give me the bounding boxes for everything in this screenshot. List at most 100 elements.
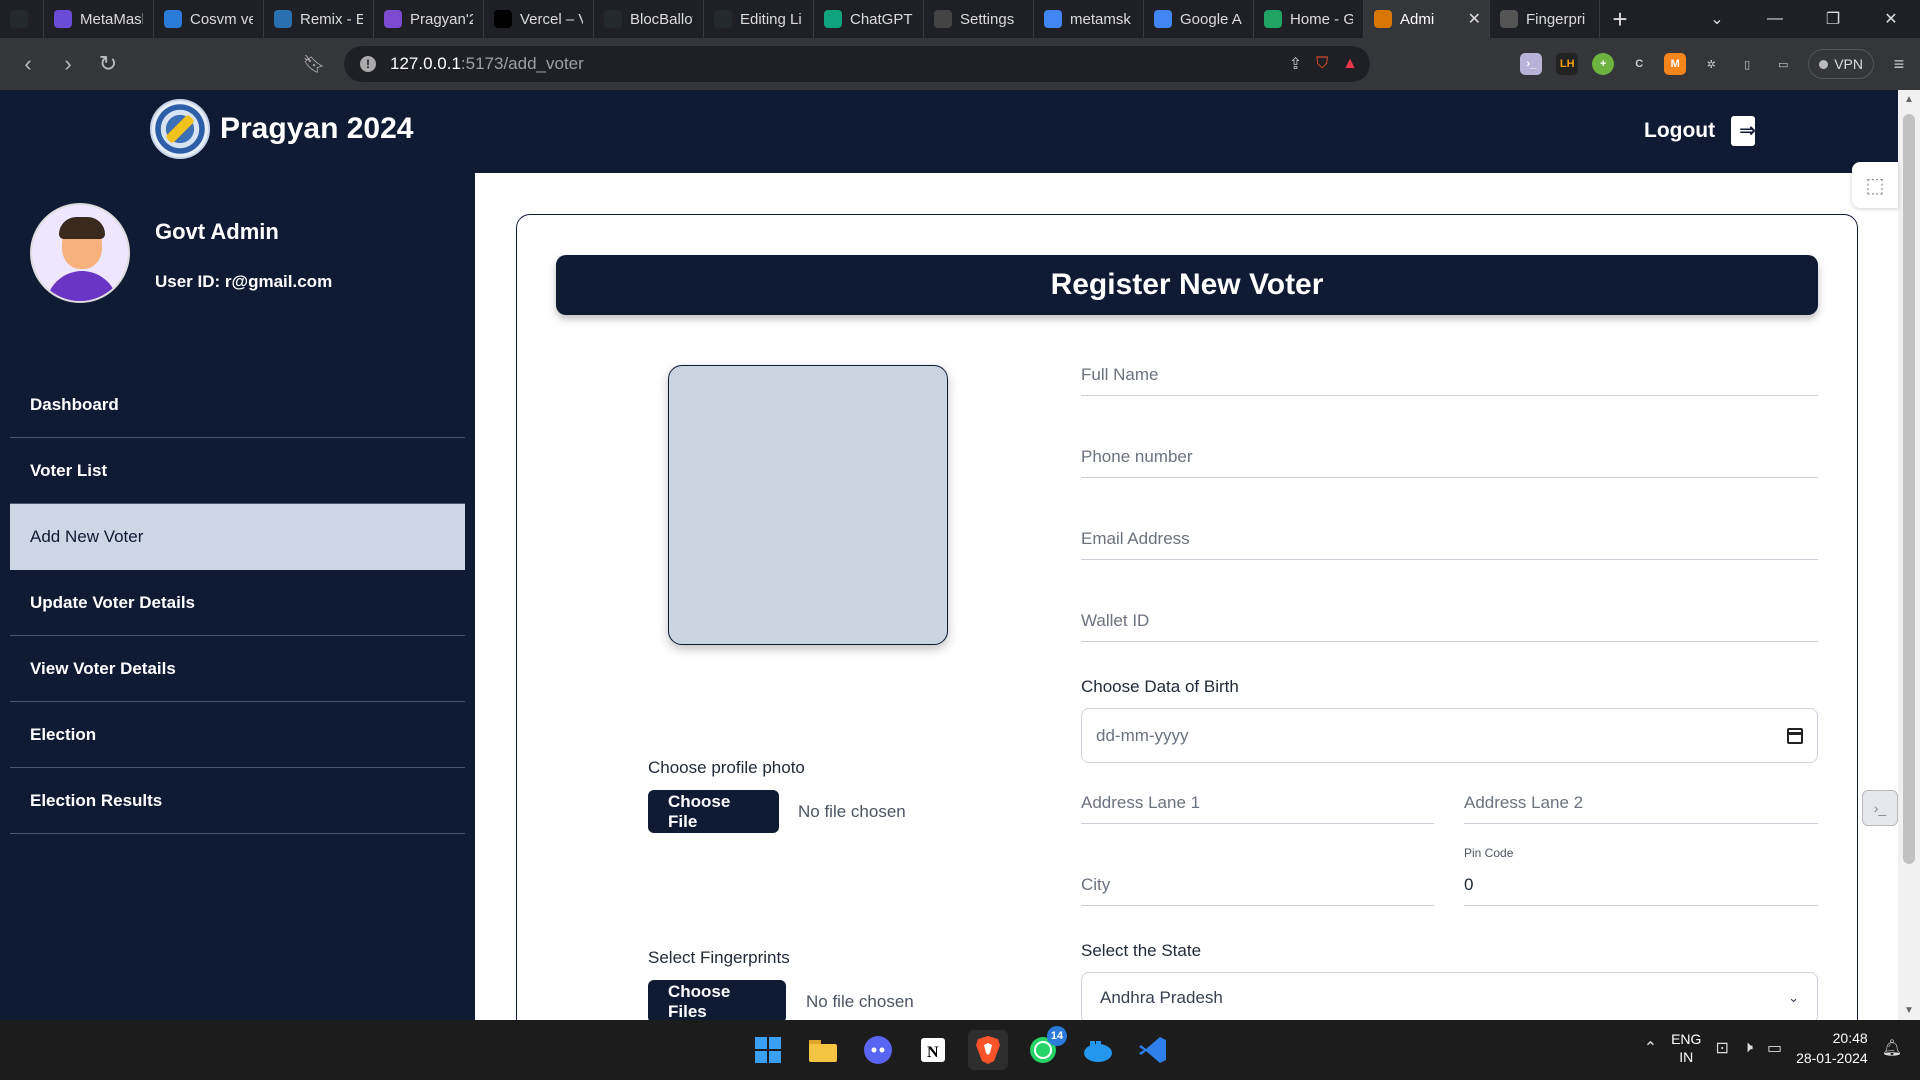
back-button[interactable]: ‹	[8, 51, 48, 77]
address-line-1-input[interactable]: Address Lane 1	[1081, 780, 1434, 824]
screenshot-widget-icon[interactable]: ⬚	[1852, 162, 1898, 208]
lighthouse-extension-icon[interactable]: LH	[1556, 53, 1579, 75]
city-input[interactable]: City	[1081, 862, 1434, 906]
sidebar-item-election[interactable]: Election	[10, 702, 465, 768]
tab-search-icon[interactable]: ⌄	[1688, 0, 1746, 38]
network-icon[interactable]: ⊡	[1715, 1038, 1728, 1058]
logout-button[interactable]: Logout	[1644, 116, 1756, 146]
maximize-button[interactable]: ❐	[1804, 0, 1862, 38]
share-icon[interactable]: ⇪	[1289, 54, 1302, 74]
sidebar-item-update-voter-details[interactable]: Update Voter Details	[10, 570, 465, 636]
full-name-input[interactable]: Full Name	[1081, 352, 1818, 396]
pin-code-input[interactable]: 0	[1464, 862, 1818, 906]
brand[interactable]: Pragyan 2024	[150, 99, 413, 159]
vpn-label: VPN	[1834, 56, 1863, 72]
cosvm-icon	[164, 10, 182, 28]
browser-tab-label: metamsk	[1070, 10, 1131, 28]
browser-tab[interactable]: metamsk	[1034, 0, 1144, 38]
scrollbar-thumb[interactable]	[1903, 114, 1915, 864]
clock[interactable]: 20:48 28-01-2024	[1796, 1028, 1868, 1068]
window-controls: ⌄ — ❐ ✕	[1688, 0, 1920, 38]
metamask-extension-icon[interactable]: M	[1664, 53, 1687, 75]
browser-tab[interactable]: BlocBallot	[594, 0, 704, 38]
browser-tab-label: Home - G	[1290, 10, 1353, 28]
chevron-up-icon[interactable]: ⌃	[1644, 1038, 1657, 1058]
app-title: Pragyan 2024	[220, 112, 414, 145]
new-tab-button[interactable]: +	[1600, 0, 1640, 38]
browser-tab[interactable]: Vercel – V	[484, 0, 594, 38]
page-scrollbar[interactable]: ▲ ▼	[1898, 90, 1920, 1020]
address-bar[interactable]: ! 127.0.0.1:5173/add_voter ⇪ ⛉ ▲	[344, 46, 1370, 82]
brave-icon[interactable]	[968, 1030, 1008, 1070]
close-tab-icon[interactable]: ✕	[1468, 9, 1481, 29]
sidebar-item-voter-list[interactable]: Voter List	[10, 438, 465, 504]
sidebar-toggle-icon[interactable]: ▯	[1736, 53, 1758, 75]
wallet-id-input[interactable]: Wallet ID	[1081, 598, 1818, 642]
browser-tab[interactable]: Fingerpri	[1490, 0, 1600, 38]
minimize-button[interactable]: —	[1746, 0, 1804, 38]
crx-extension-icon[interactable]: C	[1628, 53, 1650, 75]
browser-tab[interactable]: Home - G	[1254, 0, 1364, 38]
browser-tab[interactable]: Editing Li	[704, 0, 814, 38]
scroll-down-icon[interactable]: ▼	[1904, 1005, 1914, 1016]
browser-tab[interactable]	[0, 0, 44, 38]
wallet-icon[interactable]: ▭	[1772, 53, 1794, 75]
reload-button[interactable]: ↻	[88, 51, 128, 77]
docker-icon[interactable]	[1078, 1030, 1118, 1070]
url-text[interactable]: 127.0.0.1:5173/add_voter	[390, 54, 584, 74]
system-tray: ⌃ ENG IN ⊡ 🕨︎ ▭ 20:48 28-01-2024 🔔︎	[1644, 1028, 1902, 1068]
profile-photo-label: Choose profile photo	[648, 758, 805, 777]
scroll-up-icon[interactable]: ▲	[1904, 94, 1914, 105]
email-input[interactable]: Email Address	[1081, 516, 1818, 560]
extension-icon[interactable]: ›_	[1520, 53, 1543, 75]
sidebar-item-dashboard[interactable]: Dashboard	[10, 372, 465, 438]
phone-input[interactable]: Phone number	[1081, 434, 1818, 478]
puzzle-icon[interactable]: ✲	[1700, 53, 1722, 75]
sidebar: Govt Admin User ID: r@gmail.com Dashboar…	[0, 173, 475, 1020]
browser-tab[interactable]: Cosvm ve	[154, 0, 264, 38]
sidebar-item-add-new-voter[interactable]: Add New Voter	[10, 504, 465, 570]
sidebar-item-election-results[interactable]: Election Results	[10, 768, 465, 834]
notification-bell-icon[interactable]: 🔔︎	[1882, 1038, 1902, 1058]
dob-date-input[interactable]: dd-mm-yyyy	[1081, 708, 1818, 763]
vpn-button[interactable]: VPN	[1808, 49, 1874, 79]
browser-tab[interactable]: Pragyan'2	[374, 0, 484, 38]
state-label: Select the State	[1081, 941, 1202, 960]
address-line-2-input[interactable]: Address Lane 2	[1464, 780, 1818, 824]
brave-rewards-icon[interactable]: ▲	[1342, 55, 1358, 73]
browser-tab[interactable]: ChatGPT	[814, 0, 924, 38]
whatsapp-icon[interactable]: 14	[1023, 1026, 1067, 1070]
state-select[interactable]: Andhra Pradesh ⌄	[1081, 972, 1818, 1024]
vscode-icon[interactable]	[1133, 1030, 1173, 1070]
sidebar-item-view-voter-details[interactable]: View Voter Details	[10, 636, 465, 702]
windows-start-icon[interactable]	[748, 1030, 788, 1070]
extension-float-icon[interactable]: ›_	[1862, 790, 1898, 826]
notion-icon[interactable]: N	[913, 1030, 953, 1070]
add-extension-icon[interactable]: +	[1592, 53, 1615, 75]
file-explorer-icon[interactable]	[803, 1030, 843, 1070]
discord-icon[interactable]	[858, 1030, 898, 1070]
dob-placeholder: dd-mm-yyyy	[1096, 725, 1189, 745]
site-info-icon[interactable]: !	[360, 56, 376, 72]
language-indicator[interactable]: ENG IN	[1671, 1030, 1701, 1066]
choose-fingerprints-button[interactable]: Choose Files	[648, 980, 786, 1023]
globe-icon	[1500, 10, 1518, 28]
choose-photo-button[interactable]: Choose File	[648, 790, 779, 833]
forward-button[interactable]: ›	[48, 51, 88, 77]
calendar-icon[interactable]	[1787, 727, 1803, 744]
browser-tab[interactable]: Settings	[924, 0, 1034, 38]
browser-tab[interactable]: Remix - E	[264, 0, 374, 38]
brave-shields-icon[interactable]: ⛉	[1316, 55, 1328, 73]
browser-toolbar: ‹ › ↻ 🔖︎ ! 127.0.0.1:5173/add_voter ⇪ ⛉ …	[0, 38, 1920, 90]
close-window-button[interactable]: ✕	[1862, 0, 1920, 38]
browser-tab[interactable]: Google A	[1144, 0, 1254, 38]
browser-tab-label: ChatGPT	[850, 10, 913, 28]
browser-tab[interactable]: Admi ✕	[1364, 0, 1490, 38]
browser-tab-label: Editing Li	[740, 10, 802, 28]
bookmark-icon[interactable]: 🔖︎	[294, 54, 334, 75]
menu-icon[interactable]: ≡	[1888, 53, 1910, 75]
battery-icon[interactable]: ▭	[1767, 1038, 1782, 1058]
browser-tab[interactable]: MetaMask	[44, 0, 154, 38]
volume-icon[interactable]: 🕨︎	[1743, 1039, 1753, 1057]
admin-user-id: User ID: r@gmail.com	[155, 272, 333, 291]
